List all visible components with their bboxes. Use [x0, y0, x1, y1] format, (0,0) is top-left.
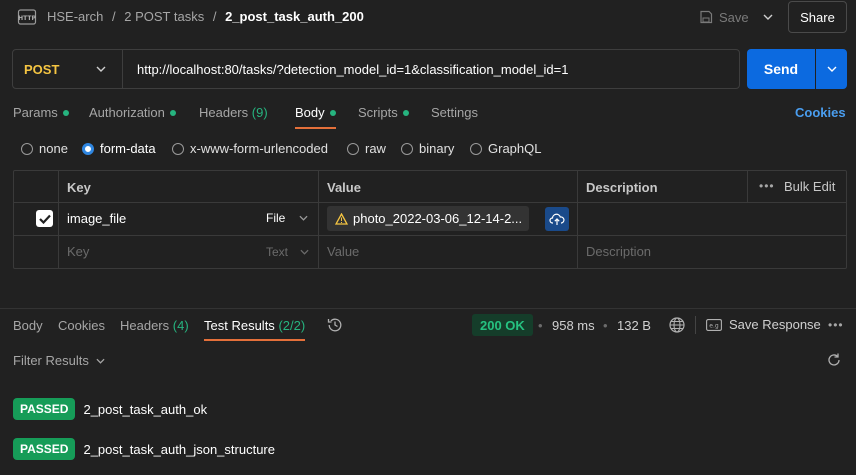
request-url-bar: POST http://localhost:80/tasks/?detectio…: [12, 49, 740, 89]
response-tab-test-results[interactable]: Test Results (2/2): [204, 318, 306, 341]
table-divider: [13, 235, 847, 236]
radio-circle: [21, 142, 33, 155]
more-options-icon[interactable]: •••: [759, 179, 775, 193]
description-placeholder[interactable]: Description: [586, 244, 651, 259]
radio-binary[interactable]: binary: [401, 141, 454, 156]
send-label: Send: [763, 61, 799, 77]
radio-circle: [347, 142, 359, 155]
response-tab-cookies[interactable]: Cookies: [58, 318, 105, 333]
key-placeholder[interactable]: Key: [67, 244, 89, 259]
url-input[interactable]: http://localhost:80/tasks/?detection_mod…: [137, 62, 568, 77]
radio-form-data[interactable]: form-data: [82, 141, 156, 156]
cookies-link[interactable]: Cookies: [795, 105, 846, 120]
dot-separator: •: [538, 318, 543, 333]
value-placeholder[interactable]: Value: [327, 244, 359, 259]
chevron-down-icon: [300, 249, 309, 255]
upload-cloud-button[interactable]: [545, 207, 569, 231]
tab-scripts[interactable]: Scripts: [358, 105, 409, 120]
share-label: Share: [800, 9, 835, 25]
file-chip[interactable]: photo_2022-03-06_12-14-2...: [327, 206, 529, 231]
send-options-dropdown[interactable]: [816, 49, 847, 89]
active-indicator-dot: [402, 109, 409, 116]
breadcrumb-folder[interactable]: 2 POST tasks: [124, 9, 204, 24]
table-divider: [318, 170, 319, 269]
save-response-icon: e.g: [706, 318, 722, 331]
cloud-upload-icon: [549, 213, 565, 225]
send-button[interactable]: Send: [747, 49, 815, 89]
share-button[interactable]: Share: [788, 1, 847, 33]
test-result-row: PASSED 2_post_task_auth_ok: [13, 398, 207, 420]
table-divider: [58, 170, 59, 269]
chevron-down-icon: [827, 66, 836, 72]
chevron-down-icon: [96, 358, 105, 364]
refresh-icon[interactable]: [826, 352, 842, 368]
radio-circle: [172, 142, 184, 155]
status-badge: 200 OK: [472, 314, 533, 336]
table-divider: [747, 170, 748, 203]
method-select[interactable]: POST: [13, 50, 123, 88]
radio-circle: [401, 142, 413, 155]
active-indicator-dot: [62, 109, 69, 116]
radio-graphql[interactable]: GraphQL: [470, 141, 541, 156]
response-tab-headers[interactable]: Headers (4): [120, 318, 189, 333]
tab-body[interactable]: Body: [295, 105, 336, 129]
globe-icon[interactable]: [668, 316, 686, 334]
key-cell[interactable]: image_file: [67, 211, 126, 226]
request-name[interactable]: 2_post_task_auth_200: [225, 9, 364, 24]
radio-circle-selected: [82, 142, 94, 155]
filter-results-dropdown[interactable]: Filter Results: [13, 353, 105, 368]
response-size: 132 B: [617, 318, 651, 333]
breadcrumb-collection[interactable]: HSE-arch: [47, 9, 103, 24]
tab-settings[interactable]: Settings: [431, 105, 478, 120]
dot-separator: •: [603, 318, 608, 333]
chevron-down-icon: [763, 14, 773, 20]
type-select[interactable]: File: [266, 211, 308, 225]
response-more-options-icon[interactable]: •••: [828, 318, 844, 332]
response-tab-body[interactable]: Body: [13, 318, 43, 333]
save-options-dropdown[interactable]: [757, 6, 779, 28]
breadcrumb-separator: /: [212, 9, 217, 24]
table-divider: [13, 202, 847, 203]
response-divider: [0, 308, 856, 309]
breadcrumb-separator: /: [111, 9, 116, 24]
passed-badge: PASSED: [13, 438, 76, 460]
method-label: POST: [24, 61, 60, 77]
passed-badge: PASSED: [13, 398, 76, 420]
save-icon: [699, 10, 713, 24]
type-select-placeholder[interactable]: Text: [266, 245, 309, 259]
test-result-row: PASSED 2_post_task_auth_json_structure: [13, 438, 275, 460]
column-header-value: Value: [327, 180, 361, 195]
svg-text:HTTP: HTTP: [18, 15, 36, 22]
toolbar-divider: [695, 316, 696, 334]
warning-icon: [335, 212, 348, 225]
save-label: Save: [719, 9, 749, 25]
radio-none[interactable]: none: [21, 141, 68, 156]
checkmark-icon: [38, 214, 51, 224]
breadcrumb: HSE-arch / 2 POST tasks / 2_post_task_au…: [47, 9, 364, 24]
response-time: 958 ms: [552, 318, 595, 333]
test-name: 2_post_task_auth_ok: [83, 401, 208, 417]
bulk-edit-button[interactable]: Bulk Edit: [784, 179, 835, 194]
file-name: photo_2022-03-06_12-14-2...: [353, 211, 523, 226]
radio-x-www-form-urlencoded[interactable]: x-www-form-urlencoded: [172, 141, 328, 156]
tab-headers[interactable]: Headers (9): [199, 105, 268, 120]
chevron-down-icon: [299, 215, 308, 221]
radio-circle: [470, 142, 482, 155]
http-icon: HTTP: [17, 7, 37, 27]
row-enabled-checkbox[interactable]: [36, 210, 53, 227]
radio-raw[interactable]: raw: [347, 141, 386, 156]
active-indicator-dot: [169, 109, 176, 116]
save-response-button[interactable]: e.g Save Response: [706, 317, 821, 332]
chevron-down-icon: [96, 66, 106, 72]
history-icon[interactable]: [326, 316, 344, 334]
save-button[interactable]: Save: [699, 6, 749, 28]
tab-params[interactable]: Params: [13, 105, 69, 120]
table-divider: [577, 170, 578, 269]
svg-text:e.g: e.g: [709, 322, 719, 329]
column-header-key: Key: [67, 180, 91, 195]
active-indicator-dot: [329, 109, 336, 116]
column-header-description: Description: [586, 180, 658, 195]
test-name: 2_post_task_auth_json_structure: [83, 441, 275, 457]
tab-authorization[interactable]: Authorization: [89, 105, 176, 120]
